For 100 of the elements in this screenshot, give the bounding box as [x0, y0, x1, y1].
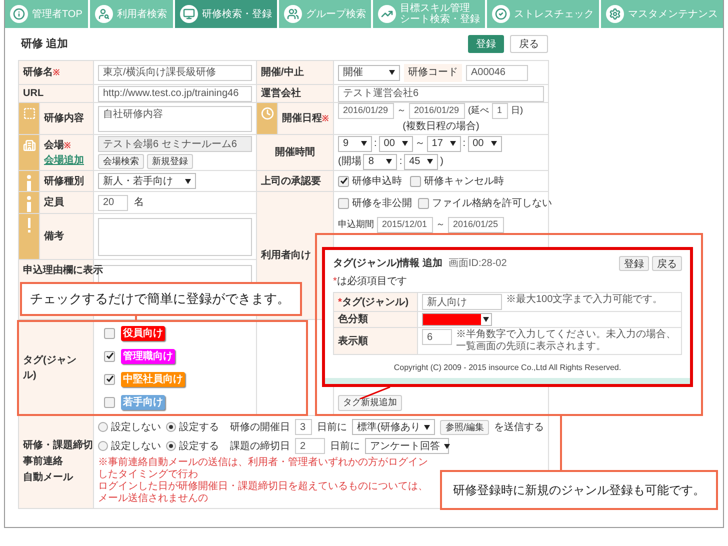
add-venue-link[interactable]: 会場追加 — [44, 154, 84, 166]
frame-icon — [22, 107, 36, 120]
range-separator: ～ — [414, 137, 425, 151]
register-button[interactable]: 登録 — [468, 35, 504, 53]
days-suffix: 日前に — [317, 420, 348, 434]
select-field[interactable]: 00 — [378, 136, 413, 152]
text-field[interactable]: A00046 — [466, 64, 528, 80]
info-icon — [10, 5, 28, 23]
text-area[interactable]: 自社研修内容 — [98, 106, 252, 132]
required-mark: ※ — [53, 68, 60, 77]
tab-label: 目標スキル管理 — [400, 3, 471, 14]
genre-tag: 管理職向け — [121, 348, 175, 364]
tab-label: シート検索・登録 — [400, 14, 480, 25]
tab-label: 研修検索・登録 — [202, 8, 272, 20]
select-field[interactable]: 開催 — [338, 64, 400, 80]
option-label: ファイル格納を許可しない — [432, 196, 552, 211]
register-button[interactable]: 登録 — [619, 256, 649, 271]
caret-icon — [389, 70, 395, 75]
edit-button[interactable]: 参照/編集 — [440, 420, 489, 434]
caret-icon — [361, 141, 367, 146]
checkbox[interactable] — [104, 396, 115, 408]
text-field[interactable]: 2016/01/29 — [338, 103, 394, 119]
annotation-tooltip: 研修登録時に新規のジャンル登録も可能です。 — [440, 470, 718, 510]
radio-button[interactable] — [98, 422, 108, 432]
checkbox[interactable] — [104, 350, 115, 362]
genre-tag: 役員向け — [121, 326, 165, 340]
required-mark: ※ — [322, 114, 329, 123]
checkbox[interactable] — [338, 176, 349, 186]
text-field[interactable]: 新人向け — [422, 294, 502, 310]
field-label: 研修種別 — [44, 176, 84, 186]
text-field[interactable]: 3 — [295, 419, 312, 435]
text-field[interactable]: 2 — [295, 438, 325, 454]
text-field[interactable]: 2016/01/25 — [448, 217, 504, 233]
days-suffix: 日前に — [330, 440, 360, 454]
radio-button[interactable] — [98, 441, 108, 451]
text-field[interactable]: テスト運営会社6 — [338, 86, 544, 102]
caret-icon — [427, 159, 434, 164]
checkbox[interactable] — [338, 198, 349, 209]
select-field[interactable]: 8 — [363, 154, 398, 170]
field-label: 会場 — [44, 140, 64, 150]
tab-label: ストレスチェック — [514, 8, 594, 20]
field-label: 開催日程 — [282, 113, 322, 124]
field-label: タグ(ジャンル) — [342, 296, 409, 308]
select-field[interactable]: 新人・若手向け — [98, 173, 196, 189]
clock-icon — [260, 107, 274, 120]
hint-text: ※半角数字で入力してください。未入力の場合、一覧画面の先頭に表示されます。 — [456, 329, 677, 353]
field-label: URL — [23, 88, 44, 99]
colon: : — [399, 155, 402, 169]
field-label: 利用者向け — [261, 250, 311, 261]
field-label: 色分類 — [338, 314, 368, 325]
days-suffix: 日) — [511, 104, 523, 118]
option-label: 設定する — [179, 440, 219, 454]
unit-label: 名 — [134, 196, 144, 210]
required-mark: ※ — [64, 140, 71, 150]
screen-id: 画面ID:28-02 — [448, 257, 507, 271]
select-field[interactable]: 45 — [404, 154, 438, 170]
text-field[interactable]: 1 — [492, 103, 508, 119]
checkbox[interactable] — [410, 176, 421, 186]
text-field[interactable]: 20 — [98, 194, 128, 210]
field-label: 上司の承認要 — [261, 176, 321, 186]
field-label: タグ(ジャンル) — [23, 354, 76, 380]
back-button[interactable]: 戻る — [510, 35, 548, 53]
range-separator: ～ — [397, 104, 406, 118]
open-prefix: (開場 — [338, 155, 362, 169]
color-select[interactable] — [422, 313, 492, 326]
schedule-note: (複数日程の場合) — [402, 120, 480, 134]
text-field[interactable]: 2015/12/01 — [377, 217, 433, 233]
venue-button[interactable]: 会場検索 — [98, 154, 144, 169]
select-field[interactable]: 9 — [338, 136, 372, 152]
back-button[interactable]: 戻る — [652, 256, 682, 271]
select-field[interactable]: アンケート回答 — [365, 438, 449, 454]
radio-button[interactable] — [166, 422, 176, 432]
panel-title: タグ(ジャンル)情報 追加 — [333, 256, 442, 271]
text-field[interactable]: 東京/横浜向け課長級研修 — [98, 64, 252, 80]
checkbox[interactable] — [104, 328, 115, 338]
note-text: ログインした日が研修開催日・課題締切日を超えているものについては、メール送信されませんの — [98, 481, 428, 505]
checkbox[interactable] — [104, 374, 115, 384]
option-label: 研修申込時 — [352, 174, 402, 188]
select-field[interactable]: 標準(研修あり — [352, 419, 436, 435]
option-label: 設定する — [179, 420, 219, 434]
hint-text: ※最大100文字まで入力可能です。 — [506, 294, 663, 306]
text-field[interactable]: 6 — [422, 329, 452, 345]
text-field[interactable]: 2016/01/29 — [409, 103, 465, 119]
select-field[interactable]: 00 — [468, 136, 502, 152]
field-label: 開催/中止 — [261, 67, 304, 78]
info-glyph-icon — [26, 175, 32, 191]
add-tag-button[interactable]: タグ新規追加 — [338, 395, 402, 411]
checkbox[interactable] — [418, 198, 429, 209]
option-label: 研修を非公開 — [352, 196, 412, 211]
field-label: 開催時間 — [275, 147, 315, 158]
text-field[interactable]: テスト会場6 セミナールーム6 — [98, 136, 252, 152]
field-label: 研修コード — [404, 64, 462, 82]
option-label: 研修キャンセル時 — [424, 174, 504, 188]
text-area[interactable] — [98, 218, 252, 256]
select-field[interactable]: 17 — [426, 136, 461, 152]
text-field[interactable]: http://www.test.co.jp/training46 — [98, 86, 252, 102]
exclamation-icon — [26, 218, 32, 234]
option-label: 設定しない — [111, 420, 161, 434]
radio-button[interactable] — [166, 441, 176, 451]
venue-button[interactable]: 新規登録 — [147, 154, 193, 169]
